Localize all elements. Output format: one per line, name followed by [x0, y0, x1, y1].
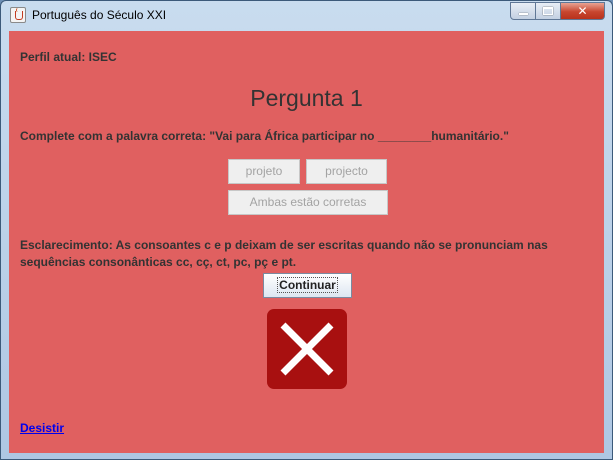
- window-controls: ✕: [510, 2, 605, 21]
- close-button[interactable]: ✕: [561, 2, 605, 20]
- clarification-text: Esclarecimento: As consoantes c e p deix…: [20, 238, 548, 269]
- java-cup-icon: [10, 7, 26, 23]
- wrong-answer-icon: [267, 309, 347, 389]
- option-button-projecto[interactable]: projecto: [306, 159, 387, 184]
- quit-link[interactable]: Desistir: [20, 421, 64, 435]
- option-button-projeto[interactable]: projeto: [228, 159, 300, 184]
- title-bar[interactable]: Português do Século XXI ✕: [1, 1, 612, 31]
- window-title: Português do Século XXI: [32, 8, 167, 22]
- option-button-both-correct[interactable]: Ambas estão corretas: [228, 190, 388, 215]
- continue-button[interactable]: Continuar: [263, 273, 352, 298]
- minimize-icon: [519, 13, 528, 15]
- continue-button-label: Continuar: [277, 277, 338, 293]
- maximize-button[interactable]: [536, 2, 561, 20]
- close-icon: ✕: [577, 4, 588, 18]
- question-heading: Pergunta 1: [250, 85, 363, 111]
- app-window: Português do Século XXI ✕ Perfil atual: …: [0, 0, 613, 460]
- question-prompt: Complete com a palavra correta: "Vai par…: [20, 129, 509, 143]
- profile-label: Perfil atual: ISEC: [20, 50, 117, 64]
- minimize-button[interactable]: [510, 2, 536, 20]
- quiz-panel: Perfil atual: ISEC Pergunta 1 Complete c…: [9, 31, 604, 453]
- maximize-icon: [543, 7, 553, 15]
